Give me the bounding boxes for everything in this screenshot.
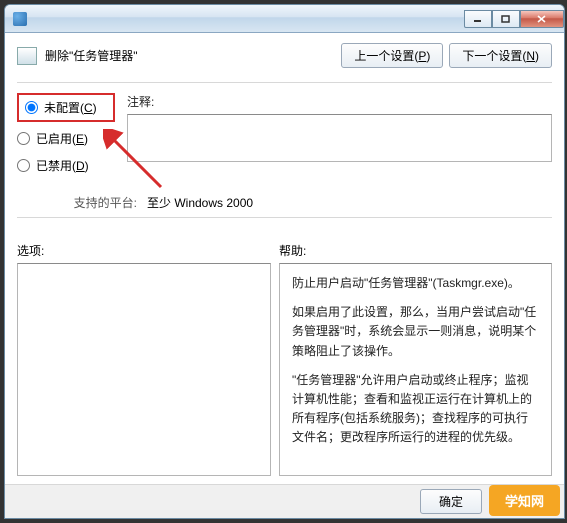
help-p1: 防止用户启动"任务管理器"(Taskmgr.exe)。 — [292, 274, 539, 293]
radio-enabled-label: 已启用(E) — [36, 130, 88, 147]
titlebar-left — [13, 12, 27, 26]
policy-icon — [17, 47, 37, 65]
help-text: 防止用户启动"任务管理器"(Taskmgr.exe)。 如果启用了此设置，那么，… — [292, 274, 539, 448]
maximize-button[interactable] — [492, 10, 520, 28]
header-left: 删除"任务管理器" — [17, 47, 138, 65]
highlight-box: 未配置(C) — [17, 93, 115, 122]
radio-enabled[interactable]: 已启用(E) — [17, 130, 115, 147]
content-area: 删除"任务管理器" 上一个设置(P) 下一个设置(N) 未配置(C) 已启用(E… — [5, 33, 564, 484]
options-panel — [17, 263, 271, 476]
bottom-bar: 确定 取消 学知网 — [5, 484, 564, 518]
comment-label: 注释: — [127, 93, 552, 110]
support-row: 支持的平台: 至少 Windows 2000 — [17, 194, 552, 211]
radio-disabled[interactable]: 已禁用(D) — [17, 157, 115, 174]
support-value: 至少 Windows 2000 — [147, 194, 552, 211]
window-controls — [464, 10, 564, 28]
support-label: 支持的平台: — [17, 194, 147, 211]
comment-area: 注释: — [127, 93, 552, 162]
help-p2: 如果启用了此设置，那么，当用户尝试启动"任务管理器"时，系统会显示一则消息，说明… — [292, 303, 539, 361]
watermark: 学知网 — [489, 485, 560, 516]
help-label: 帮助: — [279, 242, 306, 259]
divider — [17, 82, 552, 83]
divider2 — [17, 217, 552, 218]
minimize-button[interactable] — [464, 10, 492, 28]
app-icon — [13, 12, 27, 26]
radio-not-configured-input[interactable] — [25, 101, 38, 114]
options-label: 选项: — [17, 242, 279, 259]
header-row: 删除"任务管理器" 上一个设置(P) 下一个设置(N) — [17, 43, 552, 68]
comment-textarea[interactable] — [127, 114, 552, 162]
radio-column: 未配置(C) 已启用(E) 已禁用(D) — [17, 93, 115, 184]
nav-buttons: 上一个设置(P) 下一个设置(N) — [341, 43, 552, 68]
radio-enabled-input[interactable] — [17, 132, 30, 145]
policy-title: 删除"任务管理器" — [45, 47, 138, 64]
radio-disabled-input[interactable] — [17, 159, 30, 172]
radio-disabled-label: 已禁用(D) — [36, 157, 89, 174]
help-panel: 防止用户启动"任务管理器"(Taskmgr.exe)。 如果启用了此设置，那么，… — [279, 263, 552, 476]
close-button[interactable] — [520, 10, 564, 28]
prev-setting-button[interactable]: 上一个设置(P) — [341, 43, 443, 68]
help-p3: "任务管理器"允许用户启动或终止程序；监视计算机性能；查看和监视正运行在计算机上… — [292, 371, 539, 448]
radio-not-configured[interactable]: 未配置(C) — [25, 99, 107, 116]
panels: 防止用户启动"任务管理器"(Taskmgr.exe)。 如果启用了此设置，那么，… — [17, 263, 552, 476]
titlebar — [5, 5, 564, 33]
ok-button[interactable]: 确定 — [420, 489, 482, 514]
policy-editor-window: 删除"任务管理器" 上一个设置(P) 下一个设置(N) 未配置(C) 已启用(E… — [4, 4, 565, 519]
radio-not-configured-label: 未配置(C) — [44, 99, 97, 116]
next-setting-button[interactable]: 下一个设置(N) — [449, 43, 552, 68]
section-labels: 选项: 帮助: — [17, 242, 552, 259]
config-row: 未配置(C) 已启用(E) 已禁用(D) 注释: — [17, 93, 552, 184]
